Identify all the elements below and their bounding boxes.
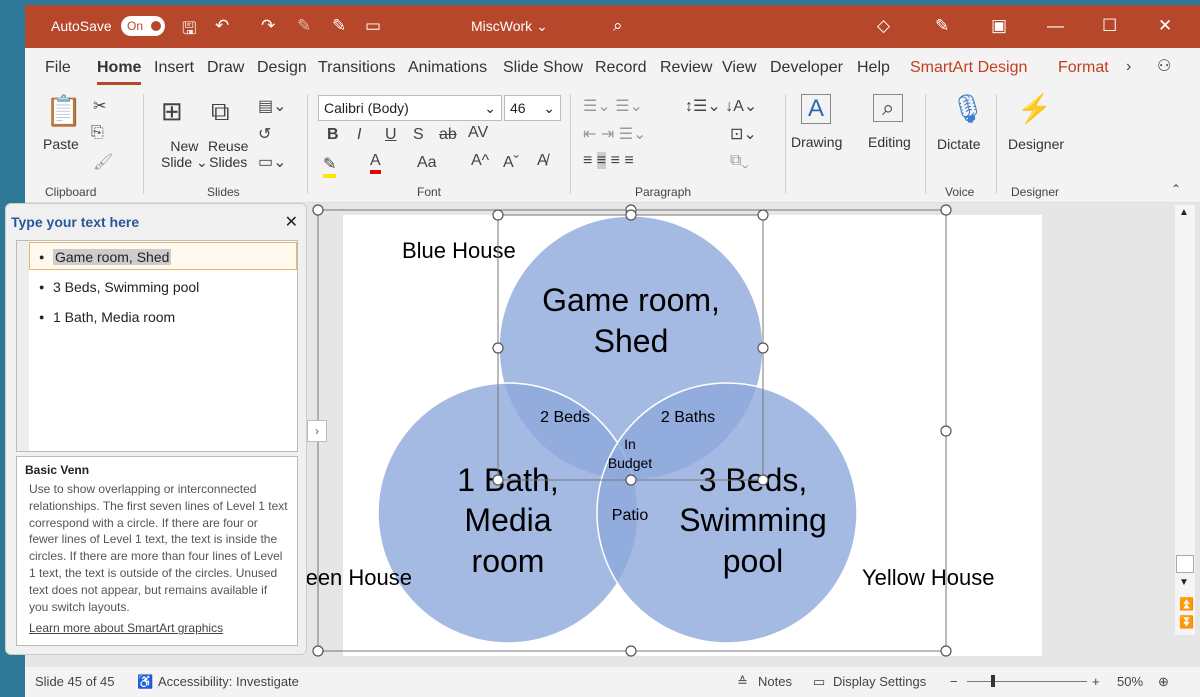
layout-description-text: Use to show overlapping or interconnecte… xyxy=(25,481,289,615)
learn-more-link[interactable]: Learn more about SmartArt graphics xyxy=(25,621,289,635)
overlap-top-right: 2 Baths xyxy=(661,409,715,426)
overlap-top-left: 2 Beds xyxy=(540,409,590,426)
left-circle-text: Media xyxy=(464,502,551,538)
layout-description: Basic Venn Use to show overlapping or in… xyxy=(16,456,298,646)
text-pane-title: Type your text here xyxy=(11,214,139,230)
text-pane-list[interactable]: Game room, Shed 3 Beds, Swimming pool 1 … xyxy=(16,240,298,452)
right-circle-text: Swimming xyxy=(679,502,827,538)
label-yellow-house: Yellow House xyxy=(862,565,995,590)
overlap-center: In xyxy=(624,436,636,452)
text-pane: Type your text here ✕ Game room, Shed 3 … xyxy=(5,203,307,655)
layout-name: Basic Venn xyxy=(25,463,289,477)
left-circle-text: room xyxy=(472,543,545,579)
text-pane-toggle[interactable]: › xyxy=(307,420,327,442)
close-icon[interactable]: ✕ xyxy=(285,212,298,232)
top-circle-text: Shed xyxy=(594,323,669,359)
list-item[interactable]: 1 Bath, Media room xyxy=(53,309,175,325)
overlap-center: Budget xyxy=(608,455,652,471)
top-circle-text: Game room, xyxy=(542,282,720,318)
overlap-bottom: Patio xyxy=(612,507,649,524)
right-circle-text: pool xyxy=(723,543,784,579)
list-item[interactable]: Game room, Shed xyxy=(53,249,171,265)
label-blue-house: Blue House xyxy=(402,238,516,263)
list-item[interactable]: 3 Beds, Swimming pool xyxy=(53,279,199,295)
